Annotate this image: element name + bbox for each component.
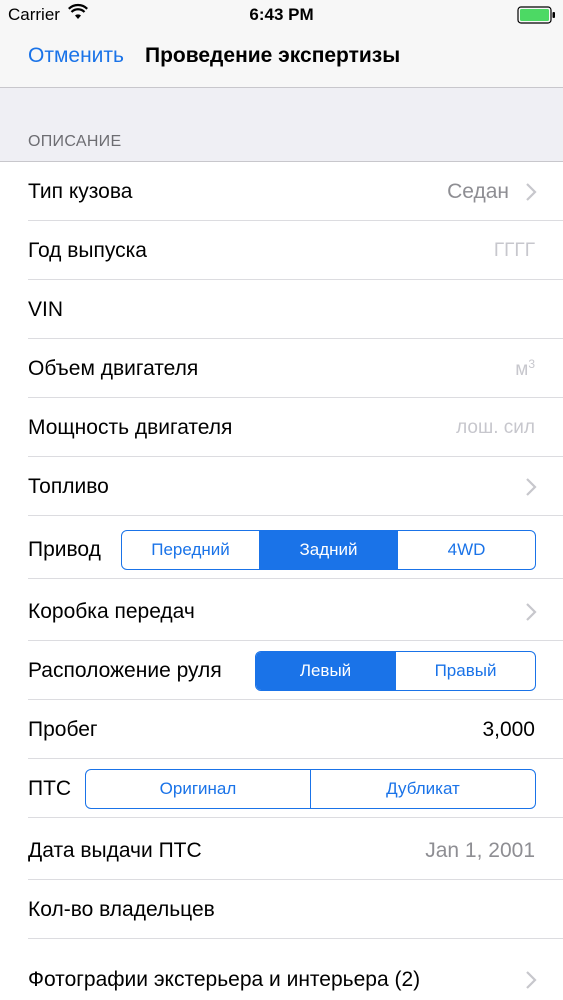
- mileage-value[interactable]: 3,000: [482, 718, 535, 742]
- pts-segment-duplicate[interactable]: Дубликат: [310, 769, 535, 808]
- drive-segment-rear[interactable]: Задний: [259, 530, 397, 569]
- body-type-value: Седан: [447, 179, 509, 203]
- engine-power-label: Мощность двигателя: [28, 415, 233, 439]
- battery-icon: [517, 6, 557, 29]
- owners-label: Кол-во владельцев: [28, 897, 215, 921]
- chevron-right-icon: [526, 970, 537, 989]
- form-list: Тип кузова Седан Год выпуска ГГГГ VIN Об…: [0, 162, 563, 1000]
- row-vin[interactable]: VIN: [0, 280, 563, 339]
- drive-segment-4wd[interactable]: 4WD: [397, 530, 535, 569]
- row-photos[interactable]: Фотографии экстерьера и интерьера (2): [0, 950, 563, 1000]
- engine-volume-unit-exponent: 3: [528, 356, 535, 371]
- engine-volume-unit: м: [515, 358, 529, 380]
- row-mileage[interactable]: Пробег 3,000: [0, 700, 563, 759]
- year-label: Год выпуска: [28, 238, 147, 262]
- year-input[interactable]: ГГГГ: [494, 240, 535, 262]
- steering-segment-right[interactable]: Правый: [395, 651, 535, 690]
- pts-date-value: Jan 1, 2001: [425, 838, 535, 862]
- cancel-button[interactable]: Отменить: [28, 44, 124, 68]
- photos-label: Фотографии экстерьера и интерьера (2): [28, 967, 421, 991]
- mileage-label: Пробег: [28, 717, 98, 741]
- steering-segmented-control[interactable]: Левый Правый: [255, 650, 536, 691]
- engine-volume-input[interactable]: м3: [515, 356, 535, 380]
- vin-label: VIN: [28, 297, 64, 321]
- section-header: ОПИСАНИЕ: [0, 88, 563, 162]
- body-type-label: Тип кузова: [28, 179, 133, 203]
- chevron-right-icon: [526, 477, 537, 496]
- chevron-right-icon: [526, 182, 537, 201]
- clock: 6:43 PM: [249, 5, 314, 24]
- engine-volume-label: Объем двигателя: [28, 356, 199, 380]
- drive-segment-front[interactable]: Передний: [122, 531, 259, 569]
- pts-label: ПТС: [28, 776, 72, 800]
- row-pts: ПТС Оригинал Дубликат: [0, 759, 563, 818]
- pts-segment-original[interactable]: Оригинал: [86, 770, 310, 808]
- gearbox-label: Коробка передач: [28, 599, 195, 623]
- row-owners[interactable]: Кол-во владельцев: [0, 880, 563, 939]
- page-title: Проведение экспертизы: [145, 44, 401, 67]
- row-steering: Расположение руля Левый Правый: [0, 641, 563, 700]
- pts-segmented-control[interactable]: Оригинал Дубликат: [85, 768, 536, 809]
- row-drive: Привод Передний Задний 4WD: [0, 520, 563, 579]
- section-header-label: ОПИСАНИЕ: [28, 133, 122, 150]
- drive-label: Привод: [28, 537, 101, 561]
- steering-segment-left[interactable]: Левый: [256, 651, 395, 690]
- row-gearbox[interactable]: Коробка передач: [0, 582, 563, 641]
- steering-label: Расположение руля: [28, 658, 222, 682]
- row-engine-volume[interactable]: Объем двигателя м3: [0, 339, 563, 398]
- row-fuel[interactable]: Топливо: [0, 457, 563, 516]
- chevron-right-icon: [526, 602, 537, 621]
- row-engine-power[interactable]: Мощность двигателя лош. сил: [0, 398, 563, 457]
- pts-date-label: Дата выдачи ПТС: [28, 838, 202, 862]
- drive-segmented-control[interactable]: Передний Задний 4WD: [121, 529, 536, 570]
- status-bar: Carrier 6:43 PM: [0, 0, 563, 30]
- fuel-label: Топливо: [28, 474, 109, 498]
- navigation-bar: Отменить Проведение экспертизы: [0, 30, 563, 88]
- row-body-type[interactable]: Тип кузова Седан: [0, 162, 563, 221]
- engine-power-input[interactable]: лош. сил: [456, 417, 535, 439]
- row-pts-date[interactable]: Дата выдачи ПТС Jan 1, 2001: [0, 821, 563, 880]
- row-year[interactable]: Год выпуска ГГГГ: [0, 221, 563, 280]
